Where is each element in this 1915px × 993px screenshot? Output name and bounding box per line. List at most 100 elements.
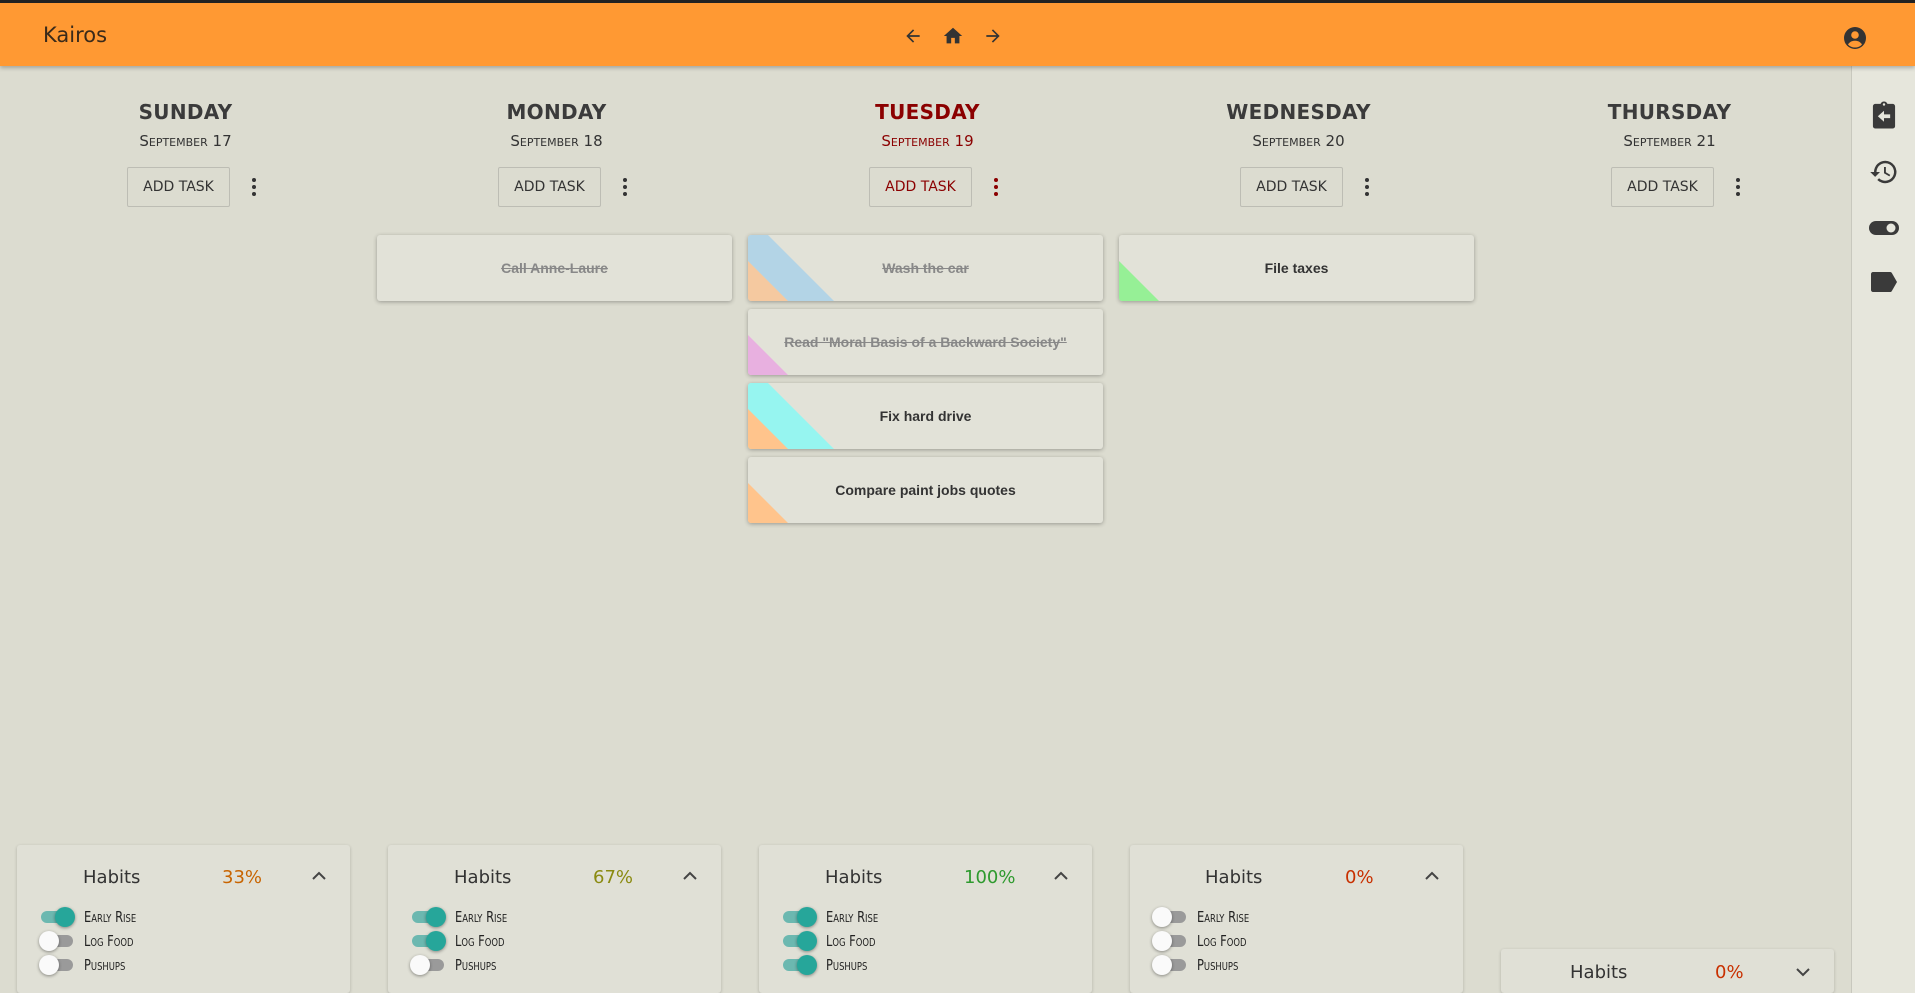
chevron-up-icon[interactable] — [679, 865, 701, 887]
day-date: September 21 — [1623, 132, 1716, 150]
add-task-button[interactable]: ADD TASK — [869, 167, 972, 207]
arrow-right-icon[interactable] — [980, 23, 1006, 49]
habits-percent: 0% — [1715, 962, 1744, 983]
add-task-button[interactable]: ADD TASK — [1611, 167, 1714, 207]
habit-label: Log Food — [1197, 932, 1247, 950]
habits-panel: Habits 0% Early Rise Log Food Pushups — [1130, 845, 1463, 993]
habit-toggle[interactable] — [410, 955, 446, 975]
task-card[interactable]: Compare paint jobs quotes — [748, 457, 1103, 523]
task-card[interactable]: Wash the car — [748, 235, 1103, 301]
day-date: September 18 — [510, 132, 603, 150]
habit-toggle[interactable] — [781, 955, 817, 975]
habit-item: Pushups — [1130, 953, 1463, 977]
habit-label: Early Rise — [84, 908, 137, 926]
day-column-thursday: THURSDAY September 21 ADD TASK — [1484, 66, 1855, 207]
clipboard-arrow-left-icon[interactable] — [1867, 98, 1901, 132]
task-card[interactable]: Call Anne-Laure — [377, 235, 732, 301]
account-circle-icon[interactable] — [1843, 26, 1867, 50]
habit-item: Early Rise — [759, 905, 1092, 929]
home-icon[interactable] — [940, 23, 966, 49]
habits-panel: Habits 33% Early Rise Log Food Pushups — [17, 845, 350, 993]
habits-title: Habits — [825, 867, 883, 888]
habit-toggle[interactable] — [781, 907, 817, 927]
more-vert-icon[interactable] — [1357, 175, 1377, 199]
day-column-tuesday: TUESDAY September 19 ADD TASK — [742, 66, 1113, 207]
more-vert-icon[interactable] — [1728, 175, 1748, 199]
habit-label: Pushups — [826, 956, 868, 974]
day-column-monday: MONDAY September 18 ADD TASK — [371, 66, 742, 207]
label-icon[interactable] — [1867, 265, 1901, 299]
habit-toggle[interactable] — [1152, 931, 1188, 951]
day-name: THURSDAY — [1607, 100, 1732, 124]
habit-item: Pushups — [17, 953, 350, 977]
task-title: Fix hard drive — [879, 408, 972, 424]
habit-item: Pushups — [759, 953, 1092, 977]
habit-toggle[interactable] — [39, 955, 75, 975]
toggle-switch-icon[interactable] — [1867, 211, 1901, 245]
day-column-sunday: SUNDAY September 17 ADD TASK — [0, 66, 371, 207]
habit-label: Early Rise — [826, 908, 879, 926]
day-date: September 17 — [139, 132, 232, 150]
habits-title: Habits — [1205, 867, 1263, 888]
habit-toggle[interactable] — [781, 931, 817, 951]
task-title: Compare paint jobs quotes — [835, 482, 1016, 498]
habit-item: Early Rise — [388, 905, 721, 929]
habits-percent: 67% — [593, 867, 634, 888]
week-navigation — [900, 23, 1006, 49]
app-title: Kairos — [43, 23, 108, 47]
arrow-left-icon[interactable] — [900, 23, 926, 49]
day-name: SUNDAY — [138, 100, 233, 124]
chevron-up-icon[interactable] — [1050, 865, 1072, 887]
day-column-wednesday: WEDNESDAY September 20 ADD TASK — [1113, 66, 1484, 207]
habits-title: Habits — [83, 867, 141, 888]
habit-toggle[interactable] — [39, 907, 75, 927]
habit-label: Pushups — [455, 956, 497, 974]
task-card[interactable]: File taxes — [1119, 235, 1474, 301]
task-card[interactable]: Read "Moral Basis of a Backward Society" — [748, 309, 1103, 375]
add-task-button[interactable]: ADD TASK — [127, 167, 230, 207]
task-title: Read "Moral Basis of a Backward Society" — [784, 334, 1067, 350]
day-name: TUESDAY — [875, 100, 980, 124]
habit-label: Pushups — [84, 956, 126, 974]
add-task-button[interactable]: ADD TASK — [498, 167, 601, 207]
day-date: September 20 — [1252, 132, 1345, 150]
habit-item: Early Rise — [17, 905, 350, 929]
habit-label: Early Rise — [1197, 908, 1250, 926]
task-title: Wash the car — [882, 260, 969, 276]
habits-title: Habits — [1570, 962, 1628, 983]
more-vert-icon[interactable] — [986, 175, 1006, 199]
habit-label: Log Food — [455, 932, 505, 950]
habit-toggle[interactable] — [39, 931, 75, 951]
habit-label: Log Food — [84, 932, 134, 950]
history-icon[interactable] — [1867, 155, 1901, 189]
top-app-bar: Kairos — [0, 0, 1915, 66]
habit-item: Log Food — [388, 929, 721, 953]
task-card[interactable]: Fix hard drive — [748, 383, 1103, 449]
habit-label: Early Rise — [455, 908, 508, 926]
habits-percent: 0% — [1345, 867, 1374, 888]
habits-title: Habits — [454, 867, 512, 888]
chevron-up-icon[interactable] — [1421, 865, 1443, 887]
habits-panel-collapsed: Habits 0% — [1501, 949, 1834, 993]
habit-toggle[interactable] — [410, 931, 446, 951]
habit-toggle[interactable] — [1152, 955, 1188, 975]
chevron-down-icon[interactable] — [1792, 961, 1814, 983]
habit-item: Early Rise — [1130, 905, 1463, 929]
task-title: Call Anne-Laure — [501, 260, 608, 276]
habits-panel: Habits 100% Early Rise Log Food Pushups — [759, 845, 1092, 993]
habit-label: Pushups — [1197, 956, 1239, 974]
habit-toggle[interactable] — [410, 907, 446, 927]
add-task-button[interactable]: ADD TASK — [1240, 167, 1343, 207]
habits-panel: Habits 67% Early Rise Log Food Pushups — [388, 845, 721, 993]
more-vert-icon[interactable] — [244, 175, 264, 199]
habit-item: Log Food — [759, 929, 1092, 953]
habit-item: Log Food — [17, 929, 350, 953]
chevron-up-icon[interactable] — [308, 865, 330, 887]
habits-percent: 33% — [222, 867, 263, 888]
day-name: WEDNESDAY — [1226, 100, 1371, 124]
day-date: September 19 — [881, 132, 974, 150]
habit-toggle[interactable] — [1152, 907, 1188, 927]
right-sidebar — [1851, 66, 1915, 993]
more-vert-icon[interactable] — [615, 175, 635, 199]
habit-item: Log Food — [1130, 929, 1463, 953]
